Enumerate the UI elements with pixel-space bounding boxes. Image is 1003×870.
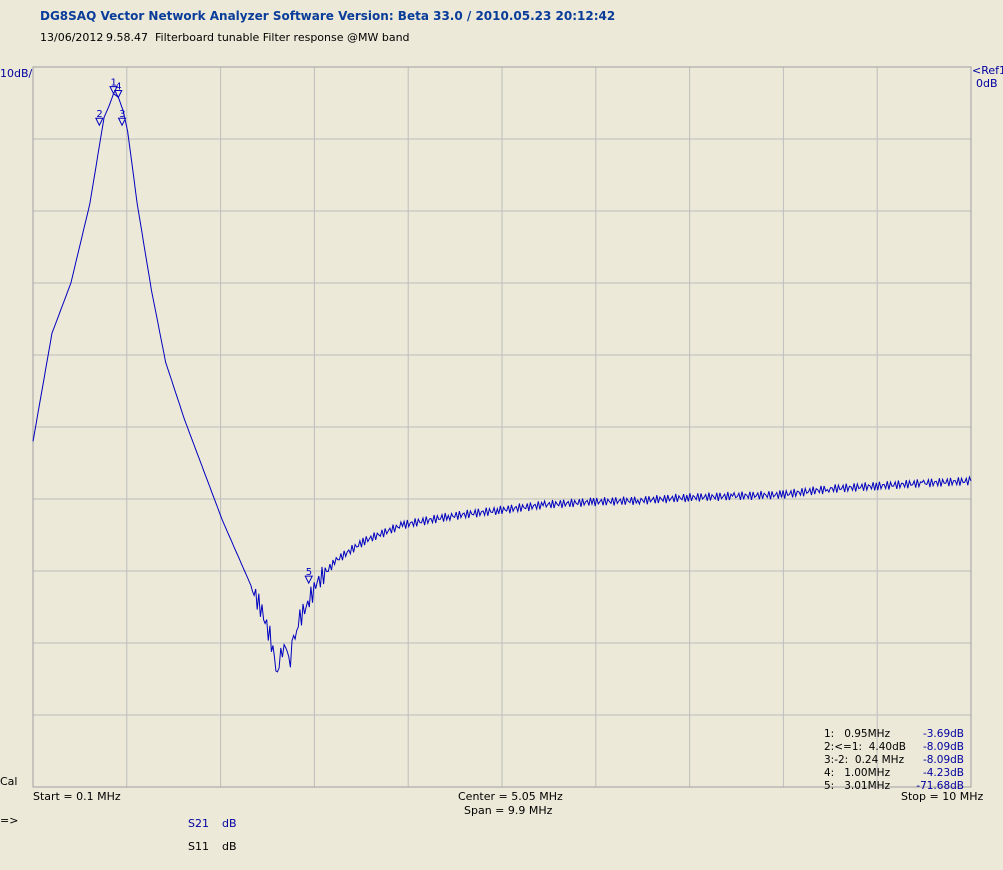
marker-row-value: -8.09dB xyxy=(922,741,964,753)
stop-frequency: Stop = 10 MHz xyxy=(901,790,984,803)
trace-s11-name[interactable]: S11 xyxy=(188,840,209,853)
marker-2-label: 2 xyxy=(96,109,102,120)
trace-s21-name[interactable]: S21 xyxy=(188,817,209,830)
trace-s21-unit[interactable]: dB xyxy=(222,817,237,830)
marker-4-label: 4 xyxy=(115,81,121,92)
marker-row-label: 1: 0.95MHz xyxy=(824,728,891,740)
marker-row: 2:<=1: 4.40dB -8.09dB xyxy=(824,741,964,754)
marker-row: 3:-2: 0.24 MHz -8.09dB xyxy=(824,754,964,767)
marker-row-value: -8.09dB xyxy=(922,754,964,766)
marker-row-label: 2:<=1: 4.40dB xyxy=(824,741,906,753)
markers: 12 345 xyxy=(95,78,314,585)
span-frequency: Span = 9.9 MHz xyxy=(464,804,553,817)
marker-row-value: -3.69dB xyxy=(922,728,964,740)
marker-3-label: 3 xyxy=(119,109,125,120)
marker-table: 1: 0.95MHz -3.69dB 2:<=1: 4.40dB -8.09dB 3:-… xyxy=(824,728,964,793)
marker-row-label: 4: 1.00MHz xyxy=(824,767,891,779)
trace-s11-unit[interactable]: dB xyxy=(222,840,237,853)
marker-5-label: 5 xyxy=(306,567,312,578)
trace-arrow: => xyxy=(0,814,19,827)
marker-row-label: 5: 3.01MHz xyxy=(824,780,891,792)
start-frequency: Start = 0.1 MHz xyxy=(33,790,121,803)
grid xyxy=(33,67,971,787)
marker-row-label: 3:-2: 0.24 MHz xyxy=(824,754,905,766)
marker-row-value: -4.23dB xyxy=(922,767,964,779)
marker-row: 4: 1.00MHz -4.23dB xyxy=(824,767,964,780)
center-frequency: Center = 5.05 MHz xyxy=(458,790,563,803)
marker-row: 1: 0.95MHz -3.69dB xyxy=(824,728,964,741)
